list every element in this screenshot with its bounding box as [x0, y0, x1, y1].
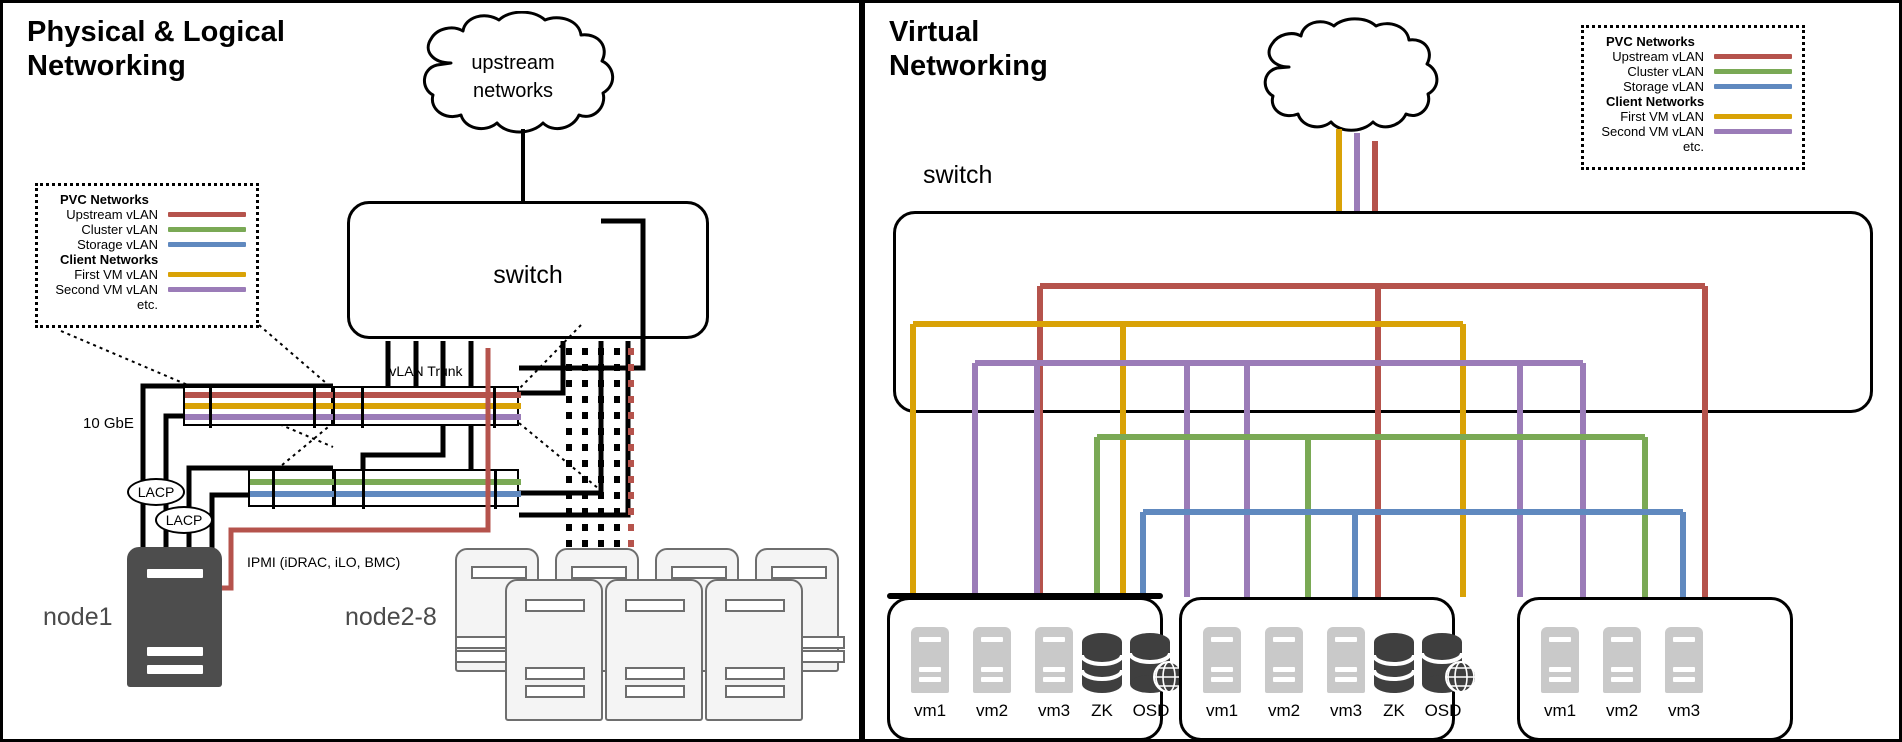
vm-caption: vm1 — [913, 701, 947, 720]
service-caption-osd: OSD — [1132, 701, 1170, 720]
vm-caption: vm1 — [1205, 701, 1239, 720]
server-bezel-bar — [625, 685, 685, 698]
server-bezel-bar — [525, 685, 585, 698]
vm-icon — [1035, 627, 1073, 693]
osd-db-globe-icon — [1129, 633, 1185, 693]
server-bezel-bar — [571, 566, 627, 579]
vm-icon — [1603, 627, 1641, 693]
node-server-chassis — [605, 579, 703, 721]
vm-caption: vm3 — [1667, 701, 1701, 720]
vm-icon — [1327, 627, 1365, 693]
vm-caption: vm3 — [1037, 701, 1071, 720]
diagram-canvas: Physical & Logical Networking upstream n… — [0, 0, 1902, 742]
service-caption-osd: OSD — [1424, 701, 1462, 720]
vm-icon — [1265, 627, 1303, 693]
vm-icon — [1665, 627, 1703, 693]
server-bezel-bar — [725, 667, 785, 680]
service-caption-zk: ZK — [1383, 701, 1405, 720]
server-bezel-bar — [725, 599, 785, 612]
physical-logical-networking-panel: Physical & Logical Networking upstream n… — [0, 0, 862, 742]
vm-icon — [1203, 627, 1241, 693]
vm-caption: vm3 — [1329, 701, 1363, 720]
vm-icon — [911, 627, 949, 693]
server-bezel-bar — [525, 667, 585, 680]
server-bezel-bar — [625, 599, 685, 612]
server-bezel-bar — [471, 566, 527, 579]
server-bezel-bar — [625, 667, 685, 680]
server-bezel-bar — [771, 566, 827, 579]
osd-db-globe-icon — [1421, 633, 1477, 693]
vm-caption: vm2 — [1267, 701, 1301, 720]
node2-8-label: node2-8 — [345, 603, 437, 631]
vm-caption: vm2 — [975, 701, 1009, 720]
virtual-networking-panel: Virtual Networking PVC Networks Upstream… — [862, 0, 1902, 742]
server-bezel-bar — [725, 685, 785, 698]
vm-caption: vm1 — [1543, 701, 1577, 720]
service-caption-zk: ZK — [1091, 701, 1113, 720]
server-bezel-bar — [525, 599, 585, 612]
vm-icon — [973, 627, 1011, 693]
vm-icon — [1541, 627, 1579, 693]
node-server-chassis — [505, 579, 603, 721]
node-server-chassis — [705, 579, 803, 721]
zookeeper-db-icon — [1373, 633, 1415, 693]
zookeeper-db-icon — [1081, 633, 1123, 693]
server-bezel-bar — [671, 566, 727, 579]
vm-caption: vm2 — [1605, 701, 1639, 720]
